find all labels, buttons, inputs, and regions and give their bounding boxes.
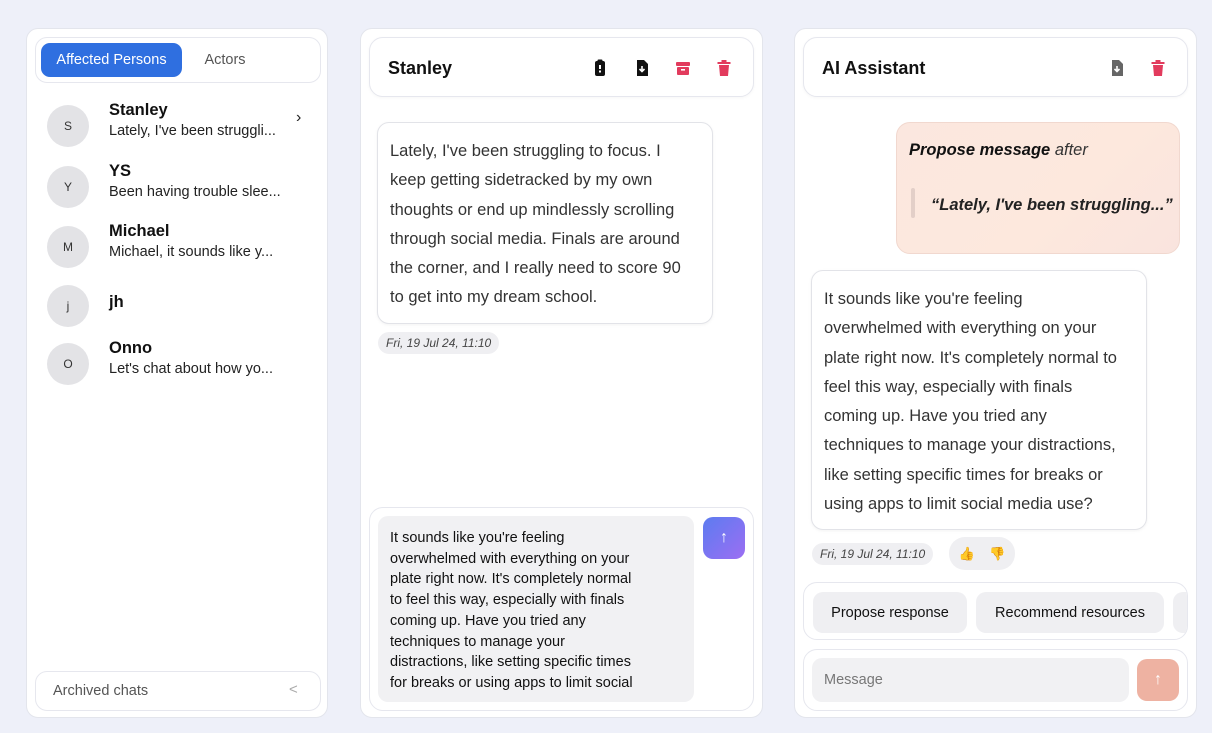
reply-line: It sounds like you're feeling	[824, 290, 1023, 308]
message-line: keep getting sidetracked by my own	[390, 171, 653, 190]
message-composer: It sounds like you're feeling overwhelme…	[369, 507, 754, 711]
arrow-up-icon: ↑	[1154, 671, 1162, 688]
draft-message-field[interactable]: It sounds like you're feeling overwhelme…	[378, 516, 694, 702]
chevron-right-icon: ›	[296, 109, 302, 126]
ai-assistant-panel: AI Assistant Propose message after “Late…	[794, 28, 1197, 718]
chat-preview: Lately, I've been struggli...	[109, 123, 276, 139]
draft-line: for breaks or using apps to limit social	[390, 674, 633, 691]
quote-bar	[911, 188, 915, 218]
chat-item-michael[interactable]: M Michael Michael, it sounds like y...	[47, 222, 317, 270]
trash-icon[interactable]	[716, 59, 732, 77]
message-line: to get into my dream school.	[390, 288, 598, 307]
chat-preview: Let's chat about how yo...	[109, 361, 273, 377]
propose-heading-rest: after	[1050, 141, 1088, 159]
propose-heading: Propose message after	[909, 141, 1088, 160]
clipboard-icon[interactable]	[592, 59, 608, 77]
message-line: Lately, I've been struggling to focus. I	[390, 142, 661, 160]
incoming-message: Lately, I've been struggling to focus. I…	[377, 122, 713, 324]
chat-list-panel: Affected Persons Actors S Stanley Lately…	[26, 28, 328, 718]
person-type-tabs: Affected Persons Actors	[35, 37, 321, 83]
avatar: M	[47, 226, 89, 268]
propose-heading-bold: Propose message	[909, 141, 1051, 159]
chat-name: jh	[109, 293, 124, 311]
reply-line: overwhelmed with everything on your	[824, 319, 1097, 338]
chat-item-jh[interactable]: j jh	[47, 281, 317, 329]
reply-line: feel this way, especially with finals	[824, 377, 1073, 396]
message-line: through social media. Finals are around	[390, 229, 680, 248]
avatar: j	[47, 285, 89, 327]
file-download-icon[interactable]	[634, 59, 650, 77]
avatar: Y	[47, 166, 89, 208]
assistant-reply: It sounds like you're feeling overwhelme…	[811, 270, 1147, 530]
chat-name: YS	[109, 162, 132, 180]
chat-name: Onno	[109, 339, 153, 357]
message-timestamp: Fri, 19 Jul 24, 11:10	[378, 332, 500, 354]
archive-icon[interactable]	[675, 59, 691, 77]
chevron-left-icon: <	[289, 681, 298, 698]
arrow-up-icon: ↑	[720, 529, 728, 546]
message-line: the corner, and I really need to score 9…	[390, 259, 681, 278]
reply-line: techniques to manage your distractions,	[824, 436, 1116, 455]
chat-name: Michael	[109, 222, 170, 240]
draft-line: plate right now. It's completely normal	[390, 571, 632, 588]
conversation-panel: Stanley Lately, I've been struggling to …	[360, 28, 763, 718]
reply-line: coming up. Have you tried any	[824, 407, 1047, 426]
chat-item-ys[interactable]: Y YS Been having trouble slee...	[47, 162, 317, 210]
chat-preview: Been having trouble slee...	[109, 184, 281, 200]
assistant-header: AI Assistant	[803, 37, 1188, 97]
more-actions-button[interactable]	[1173, 592, 1187, 633]
message-input[interactable]	[812, 658, 1129, 702]
message-line: thoughts or end up mindlessly scrolling	[390, 200, 675, 219]
avatar: S	[47, 105, 89, 147]
quick-actions-bar: Propose response Recommend resources	[803, 582, 1188, 640]
draft-line: coming up. Have you tried any	[390, 612, 586, 629]
thumbs-up-icon[interactable]: 👍	[959, 546, 975, 562]
conversation-header: Stanley	[369, 37, 754, 97]
propose-response-button[interactable]: Propose response	[813, 592, 967, 633]
chat-name: Stanley	[109, 101, 168, 119]
feedback-buttons: 👍 👎	[949, 537, 1015, 570]
chat-item-onno[interactable]: O Onno Let's chat about how yo...	[47, 339, 317, 387]
file-download-icon[interactable]	[1109, 59, 1125, 77]
send-button[interactable]: ↑	[1137, 659, 1179, 701]
recommend-resources-button[interactable]: Recommend resources	[976, 592, 1164, 633]
tab-affected-persons[interactable]: Affected Persons	[41, 43, 182, 77]
chat-item-stanley[interactable]: S Stanley Lately, I've been struggli... …	[47, 101, 317, 149]
chat-preview: Michael, it sounds like y...	[109, 244, 274, 260]
assistant-composer: ↑	[803, 649, 1188, 711]
reply-line: plate right now. It's completely normal …	[824, 348, 1117, 367]
thumbs-down-icon[interactable]: 👎	[989, 546, 1005, 562]
reply-line: like setting specific times for breaks o…	[824, 465, 1103, 484]
archived-chats-button[interactable]: Archived chats <	[35, 671, 321, 711]
reply-line: using apps to limit social media use?	[824, 495, 1093, 514]
trash-icon[interactable]	[1150, 59, 1166, 77]
propose-message-request: Propose message after “Lately, I've been…	[896, 122, 1180, 254]
archived-chats-label: Archived chats	[53, 683, 149, 699]
draft-line: to feel this way, especially with finals	[390, 592, 625, 609]
send-button[interactable]: ↑	[703, 517, 745, 559]
quoted-message: “Lately, I've been struggling...”	[931, 196, 1173, 214]
draft-line: overwhelmed with everything on your	[390, 550, 630, 567]
conversation-title: Stanley	[388, 58, 453, 78]
assistant-title: AI Assistant	[822, 58, 926, 78]
draft-line: It sounds like you're feeling	[390, 530, 565, 546]
draft-line: distractions, like setting specific time…	[390, 654, 631, 671]
draft-line: techniques to manage your	[390, 633, 565, 650]
reply-timestamp: Fri, 19 Jul 24, 11:10	[812, 543, 934, 565]
avatar: O	[47, 343, 89, 385]
tab-actors[interactable]: Actors	[186, 43, 264, 77]
